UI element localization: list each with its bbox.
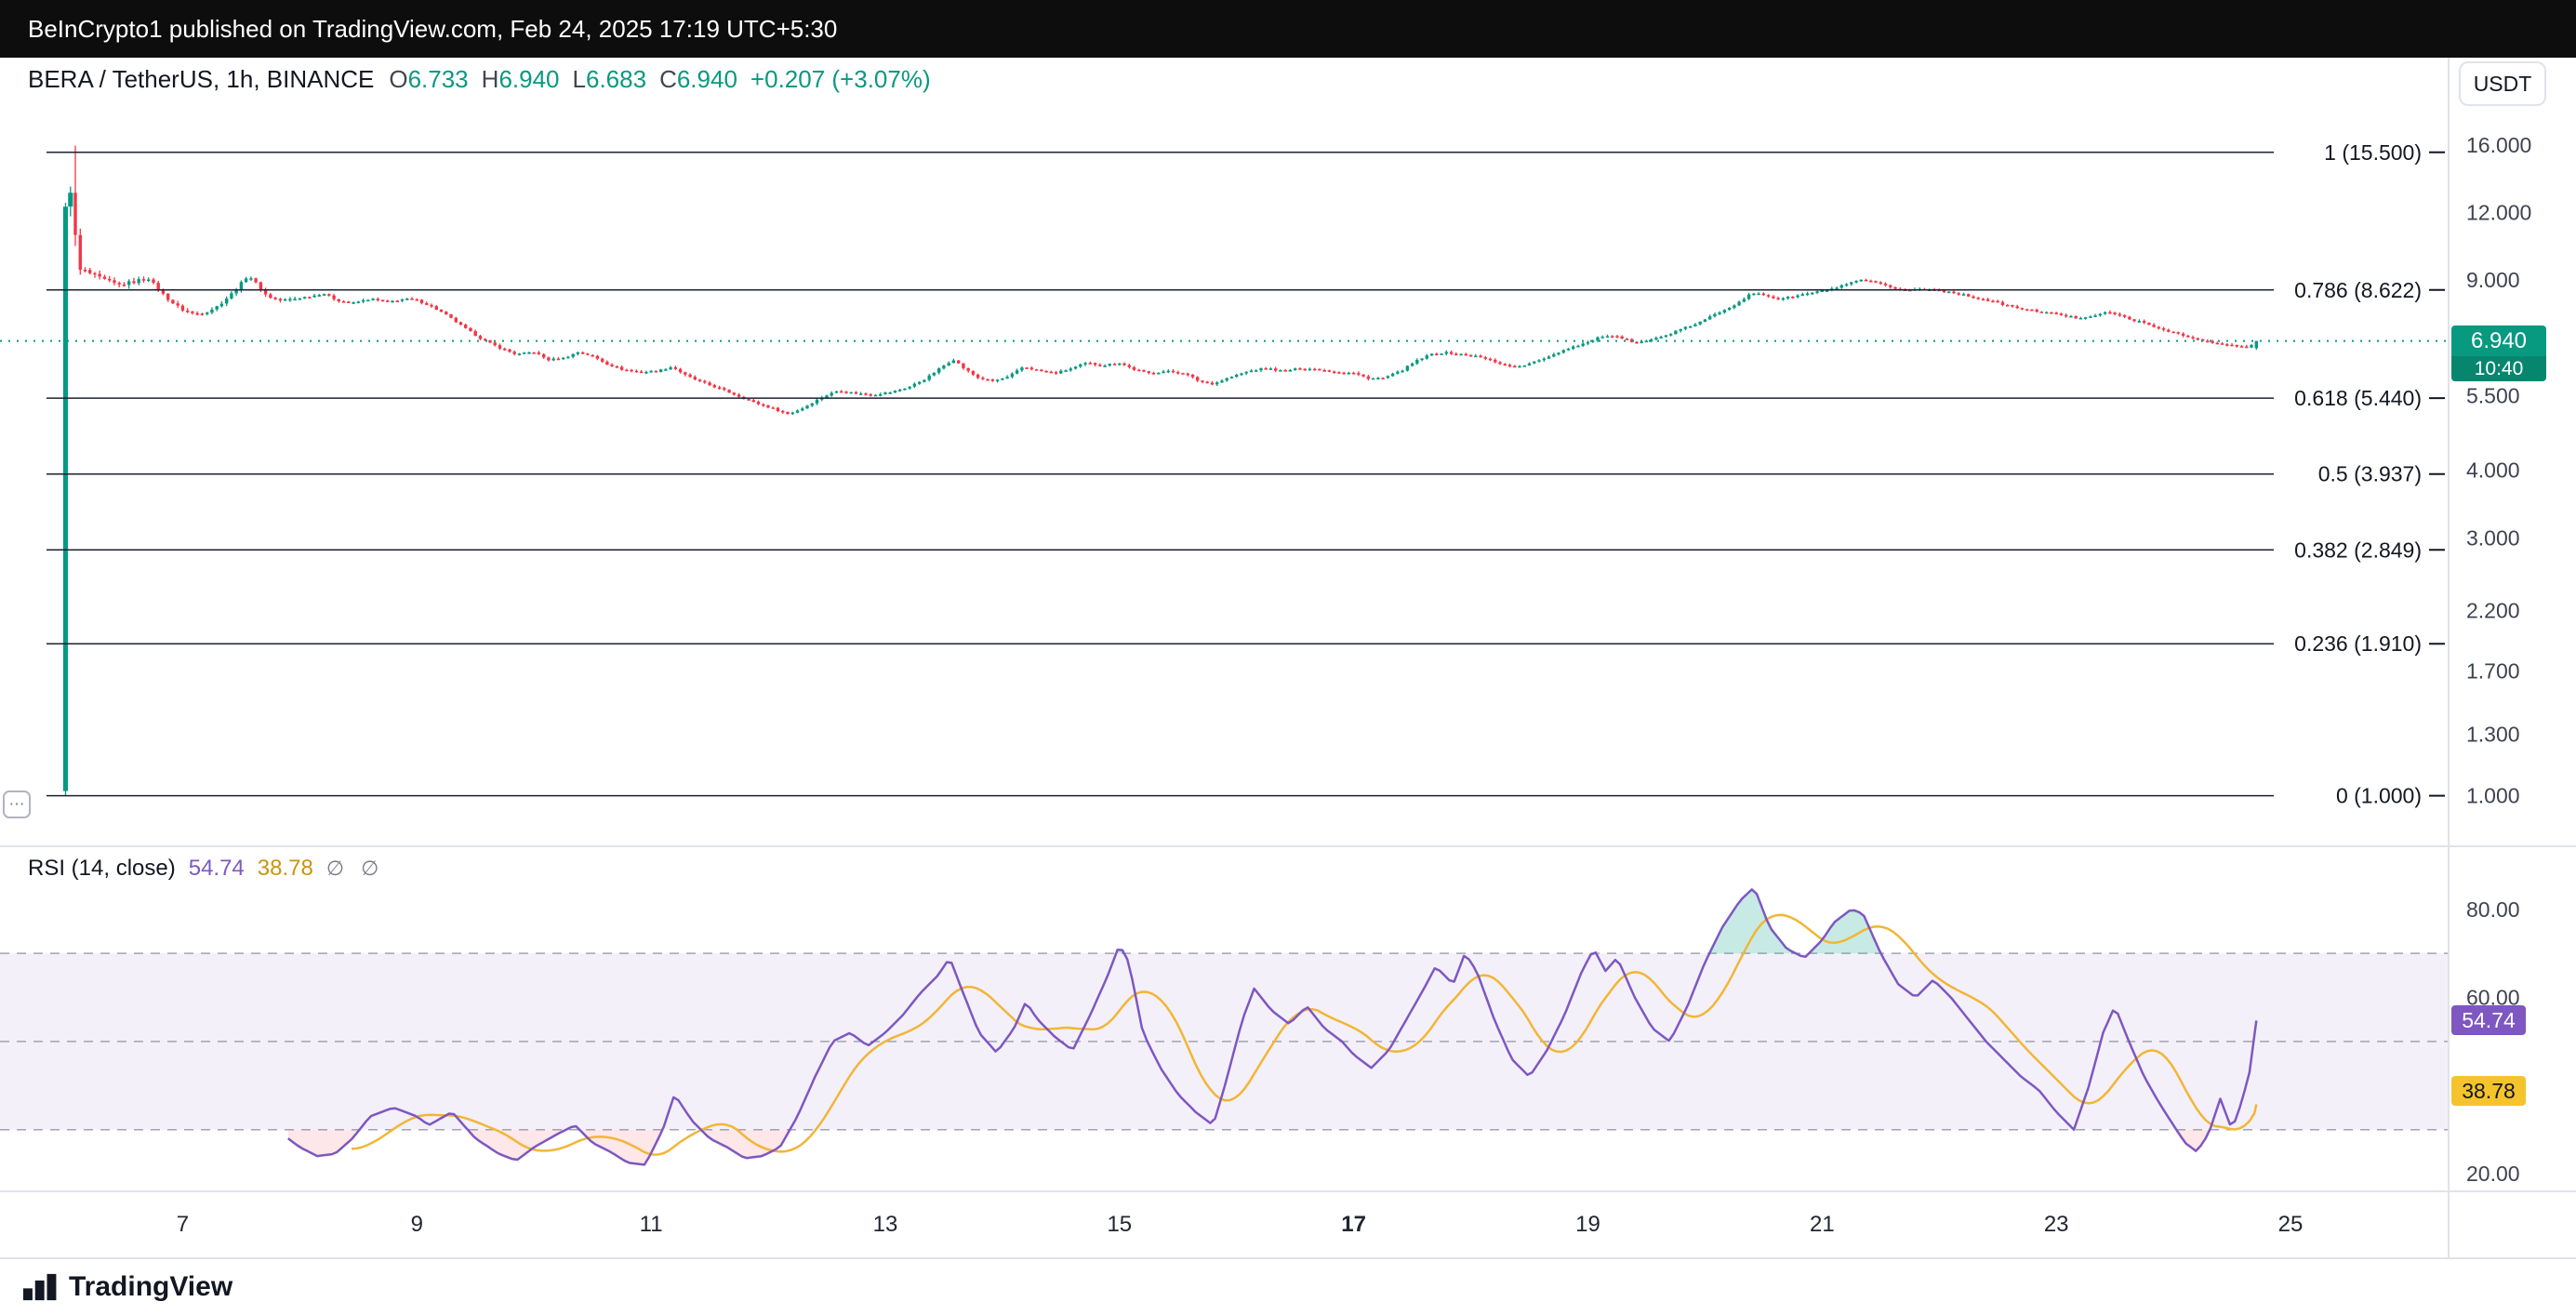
candle-wicks-down <box>75 146 2247 415</box>
svg-text:16.000: 16.000 <box>2466 133 2531 157</box>
rsi-pane-layer: 80.0060.0020.00 <box>0 889 2520 1186</box>
rsi-ma-value-badge: 38.78 <box>2451 1076 2526 1106</box>
candle-bodies-down <box>73 193 2248 414</box>
time-axis-layer: 7 9 11 13 15 17 19 21 23 25 <box>177 1212 2304 1237</box>
svg-text:17: 17 <box>1341 1212 1366 1237</box>
svg-text:3.000: 3.000 <box>2466 525 2520 550</box>
currency-toggle-button[interactable]: USDT <box>2459 61 2546 106</box>
ohlc-open-label: O <box>389 65 407 93</box>
rsi-ma-current-value: 38.78 <box>258 856 313 882</box>
svg-text:2.200: 2.200 <box>2466 599 2520 623</box>
svg-text:0.5 (3.937): 0.5 (3.937) <box>2318 462 2422 486</box>
svg-text:1 (15.500): 1 (15.500) <box>2324 140 2422 165</box>
svg-text:0.382 (2.849): 0.382 (2.849) <box>2294 538 2422 562</box>
svg-text:15: 15 <box>1107 1212 1132 1237</box>
svg-text:0.786 (8.622): 0.786 (8.622) <box>2294 278 2422 302</box>
current-price-value: 6.940 <box>2451 325 2546 356</box>
ohlc-open-value: 6.733 <box>408 65 469 93</box>
publisher-banner: BeInCrypto1 published on TradingView.com… <box>0 0 2576 58</box>
svg-text:11: 11 <box>640 1212 663 1237</box>
main-pane-layer: 1 (15.500) 0.786 (8.622) 0.618 (5.440) 0.5 … <box>0 133 2531 808</box>
svg-text:1.700: 1.700 <box>2466 659 2520 684</box>
svg-text:4.000: 4.000 <box>2466 458 2520 483</box>
tradingview-logo-icon[interactable] <box>20 1271 58 1303</box>
svg-text:80.00: 80.00 <box>2466 897 2520 922</box>
svg-text:25: 25 <box>2278 1212 2304 1237</box>
svg-text:19: 19 <box>1575 1212 1600 1237</box>
svg-text:12.000: 12.000 <box>2466 200 2531 224</box>
current-price-badge: 6.940 10:40 <box>2451 325 2546 381</box>
svg-text:0.618 (5.440): 0.618 (5.440) <box>2294 386 2422 410</box>
fib-retracement-layer: 1 (15.500) 0.786 (8.622) 0.618 (5.440) 0.5 … <box>46 140 2445 808</box>
svg-text:20.00: 20.00 <box>2466 1162 2520 1186</box>
svg-text:1.300: 1.300 <box>2466 722 2520 746</box>
candle-bodies-up <box>63 193 2258 790</box>
svg-text:9.000: 9.000 <box>2466 268 2520 292</box>
currency-toggle-label: USDT <box>2474 72 2532 97</box>
candle-wicks-up <box>66 187 2257 796</box>
publisher-banner-text: BeInCrypto1 published on TradingView.com… <box>28 15 837 44</box>
ohlc-values: O6.733 H6.940 L6.683 C6.940 +0.207 (+3.0… <box>389 65 930 94</box>
ohlc-close-value: 6.940 <box>677 65 737 93</box>
ohlc-low-value: 6.683 <box>586 65 646 93</box>
ohlc-high-label: H <box>482 65 499 93</box>
svg-text:9: 9 <box>411 1212 423 1237</box>
rsi-value-badge: 54.74 <box>2451 1005 2526 1035</box>
ohlc-high-value: 6.940 <box>498 65 559 93</box>
svg-text:5.500: 5.500 <box>2466 383 2520 407</box>
footer-bar: TradingView <box>0 1257 2576 1315</box>
rsi-current-value: 54.74 <box>189 856 245 882</box>
symbol-legend: BERA / TetherUS, 1h, BINANCE O6.733 H6.9… <box>28 65 931 94</box>
svg-text:23: 23 <box>2044 1212 2069 1237</box>
chart-canvas[interactable]: 80.0060.0020.00 1 (15.500) 0.786 (8.622) 0.… <box>0 0 2576 1315</box>
tradingview-brand-link[interactable]: TradingView <box>69 1271 232 1303</box>
ohlc-low-label: L <box>573 65 586 93</box>
price-change: +0.207 (+3.07%) <box>750 65 931 94</box>
drawing-anchor-icon[interactable]: ⋯ <box>3 790 31 818</box>
rsi-legend: RSI (14, close) 54.74 38.78 ∅ ∅ <box>28 856 384 882</box>
svg-text:13: 13 <box>873 1212 898 1237</box>
rsi-indicator-title[interactable]: RSI (14, close) <box>28 856 176 882</box>
rsi-hidden-band-markers: ∅ ∅ <box>326 857 384 881</box>
svg-text:21: 21 <box>1810 1212 1835 1237</box>
svg-text:7: 7 <box>177 1212 189 1237</box>
svg-text:0 (1.000): 0 (1.000) <box>2336 784 2422 808</box>
symbol-title[interactable]: BERA / TetherUS, 1h, BINANCE <box>28 65 374 94</box>
bar-countdown: 10:40 <box>2451 356 2546 381</box>
svg-text:0.236 (1.910): 0.236 (1.910) <box>2294 631 2422 656</box>
ohlc-close-label: C <box>659 65 677 93</box>
svg-text:1.000: 1.000 <box>2466 784 2520 808</box>
